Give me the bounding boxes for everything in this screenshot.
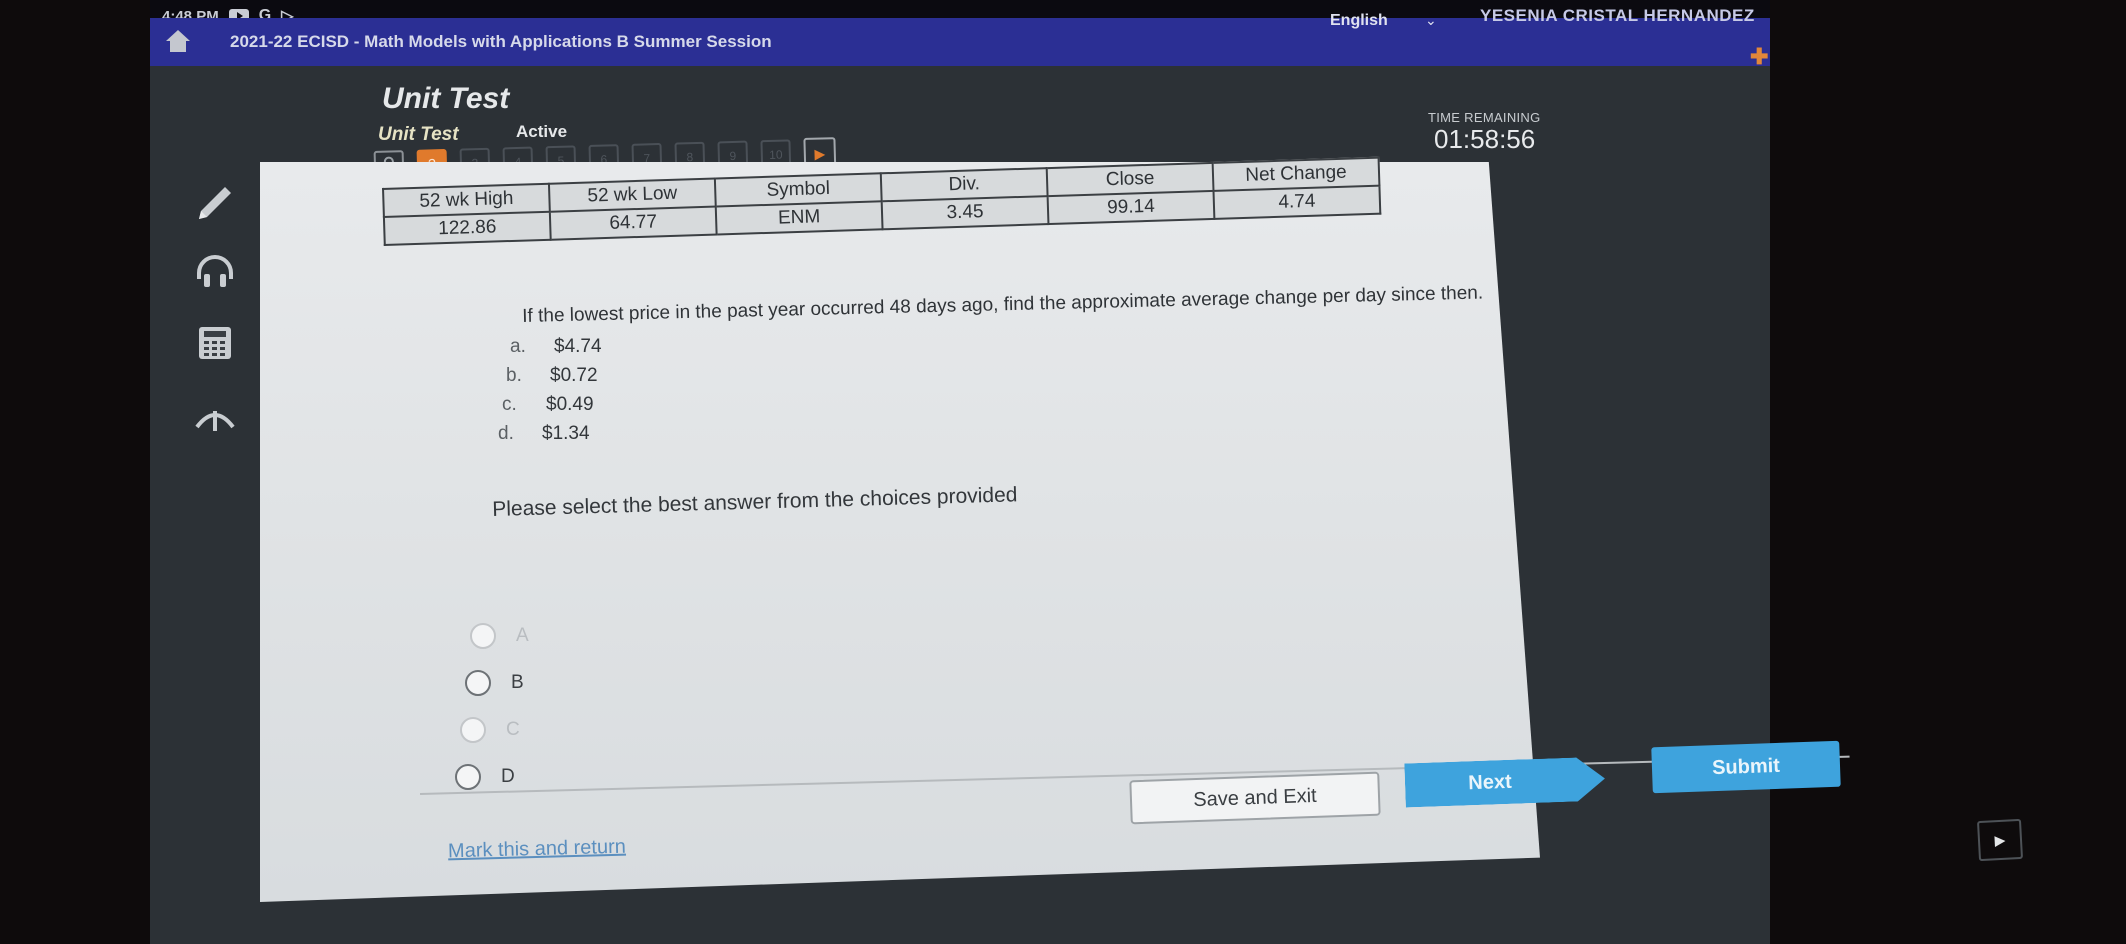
table-cell: ENM	[715, 201, 883, 235]
play-arrow-icon: ▶	[814, 144, 826, 162]
pencil-icon	[193, 177, 237, 226]
language-select[interactable]: English	[1330, 12, 1388, 30]
reference-icon	[193, 393, 237, 442]
table-cell: 4.74	[1213, 185, 1381, 219]
answer-label: D	[501, 765, 515, 787]
table-cell: 64.77	[549, 206, 717, 240]
reference-tool[interactable]	[180, 381, 250, 453]
tool-sidebar	[180, 165, 250, 453]
choice-letter: d.	[498, 423, 514, 444]
user-name[interactable]: YESENIA CRISTAL HERNANDEZ	[1480, 6, 1755, 26]
time-remaining-label: TIME REMAINING	[1428, 110, 1541, 125]
choice-item: d. $1.34	[498, 423, 602, 452]
choice-item: c. $0.49	[502, 394, 602, 423]
radio-button[interactable]	[460, 716, 486, 743]
choice-letter: b.	[506, 365, 522, 386]
choice-value: $1.34	[542, 423, 590, 444]
next-button[interactable]: Next	[1404, 757, 1605, 808]
answer-option-c[interactable]: C	[460, 706, 529, 753]
calculator-icon	[193, 321, 237, 370]
answer-label: C	[506, 718, 520, 740]
chevron-down-icon[interactable]: ⌄	[1425, 12, 1437, 29]
tablet-screen: 4:48 PM G ▷ 2021-22 ECISD - Math Models …	[150, 0, 1850, 944]
table-cell: 99.14	[1047, 190, 1215, 225]
choice-list: a. $4.74 b. $0.72 c. $0.49 d. $1.34	[498, 336, 602, 452]
radio-button[interactable]	[470, 622, 496, 649]
radio-button[interactable]	[465, 669, 491, 696]
choice-value: $0.49	[546, 394, 594, 415]
answer-label: A	[516, 624, 529, 646]
answer-options: A B C D	[455, 612, 529, 800]
play-arrow-icon: ▶	[1994, 831, 2006, 848]
radio-button[interactable]	[455, 763, 481, 790]
home-icon[interactable]	[164, 28, 192, 54]
answer-option-a[interactable]: A	[470, 612, 529, 659]
choice-value: $0.72	[550, 365, 598, 386]
audio-tool[interactable]	[180, 237, 250, 309]
calculator-tool[interactable]	[180, 309, 250, 381]
test-subtitle: Unit Test	[378, 124, 459, 145]
choice-item: b. $0.72	[506, 365, 602, 394]
mark-and-return-link[interactable]: Mark this and return	[448, 836, 626, 864]
choice-value: $4.74	[554, 336, 602, 357]
table-cell: 122.86	[383, 211, 551, 245]
choice-letter: c.	[502, 394, 517, 415]
choice-item: a. $4.74	[510, 336, 602, 365]
time-remaining-value: 01:58:56	[1434, 124, 1536, 154]
table-cell: 3.45	[881, 196, 1049, 230]
headphones-icon	[193, 249, 237, 298]
test-status: Active	[516, 122, 568, 141]
answer-option-b[interactable]: B	[465, 659, 529, 706]
page-title: Unit Test	[382, 82, 510, 115]
pencil-tool[interactable]	[180, 165, 250, 237]
course-title: 2021-22 ECISD - Math Models with Applica…	[230, 32, 772, 51]
app-header: 2021-22 ECISD - Math Models with Applica…	[150, 6, 1770, 66]
bottom-nav-button[interactable]: ▶	[1976, 818, 2024, 862]
submit-button[interactable]: Submit	[1651, 740, 1841, 794]
plus-icon[interactable]: ✚	[1750, 44, 1768, 70]
answer-label: B	[511, 671, 524, 693]
save-and-exit-button[interactable]: Save and Exit	[1129, 771, 1381, 825]
choice-letter: a.	[510, 336, 526, 357]
